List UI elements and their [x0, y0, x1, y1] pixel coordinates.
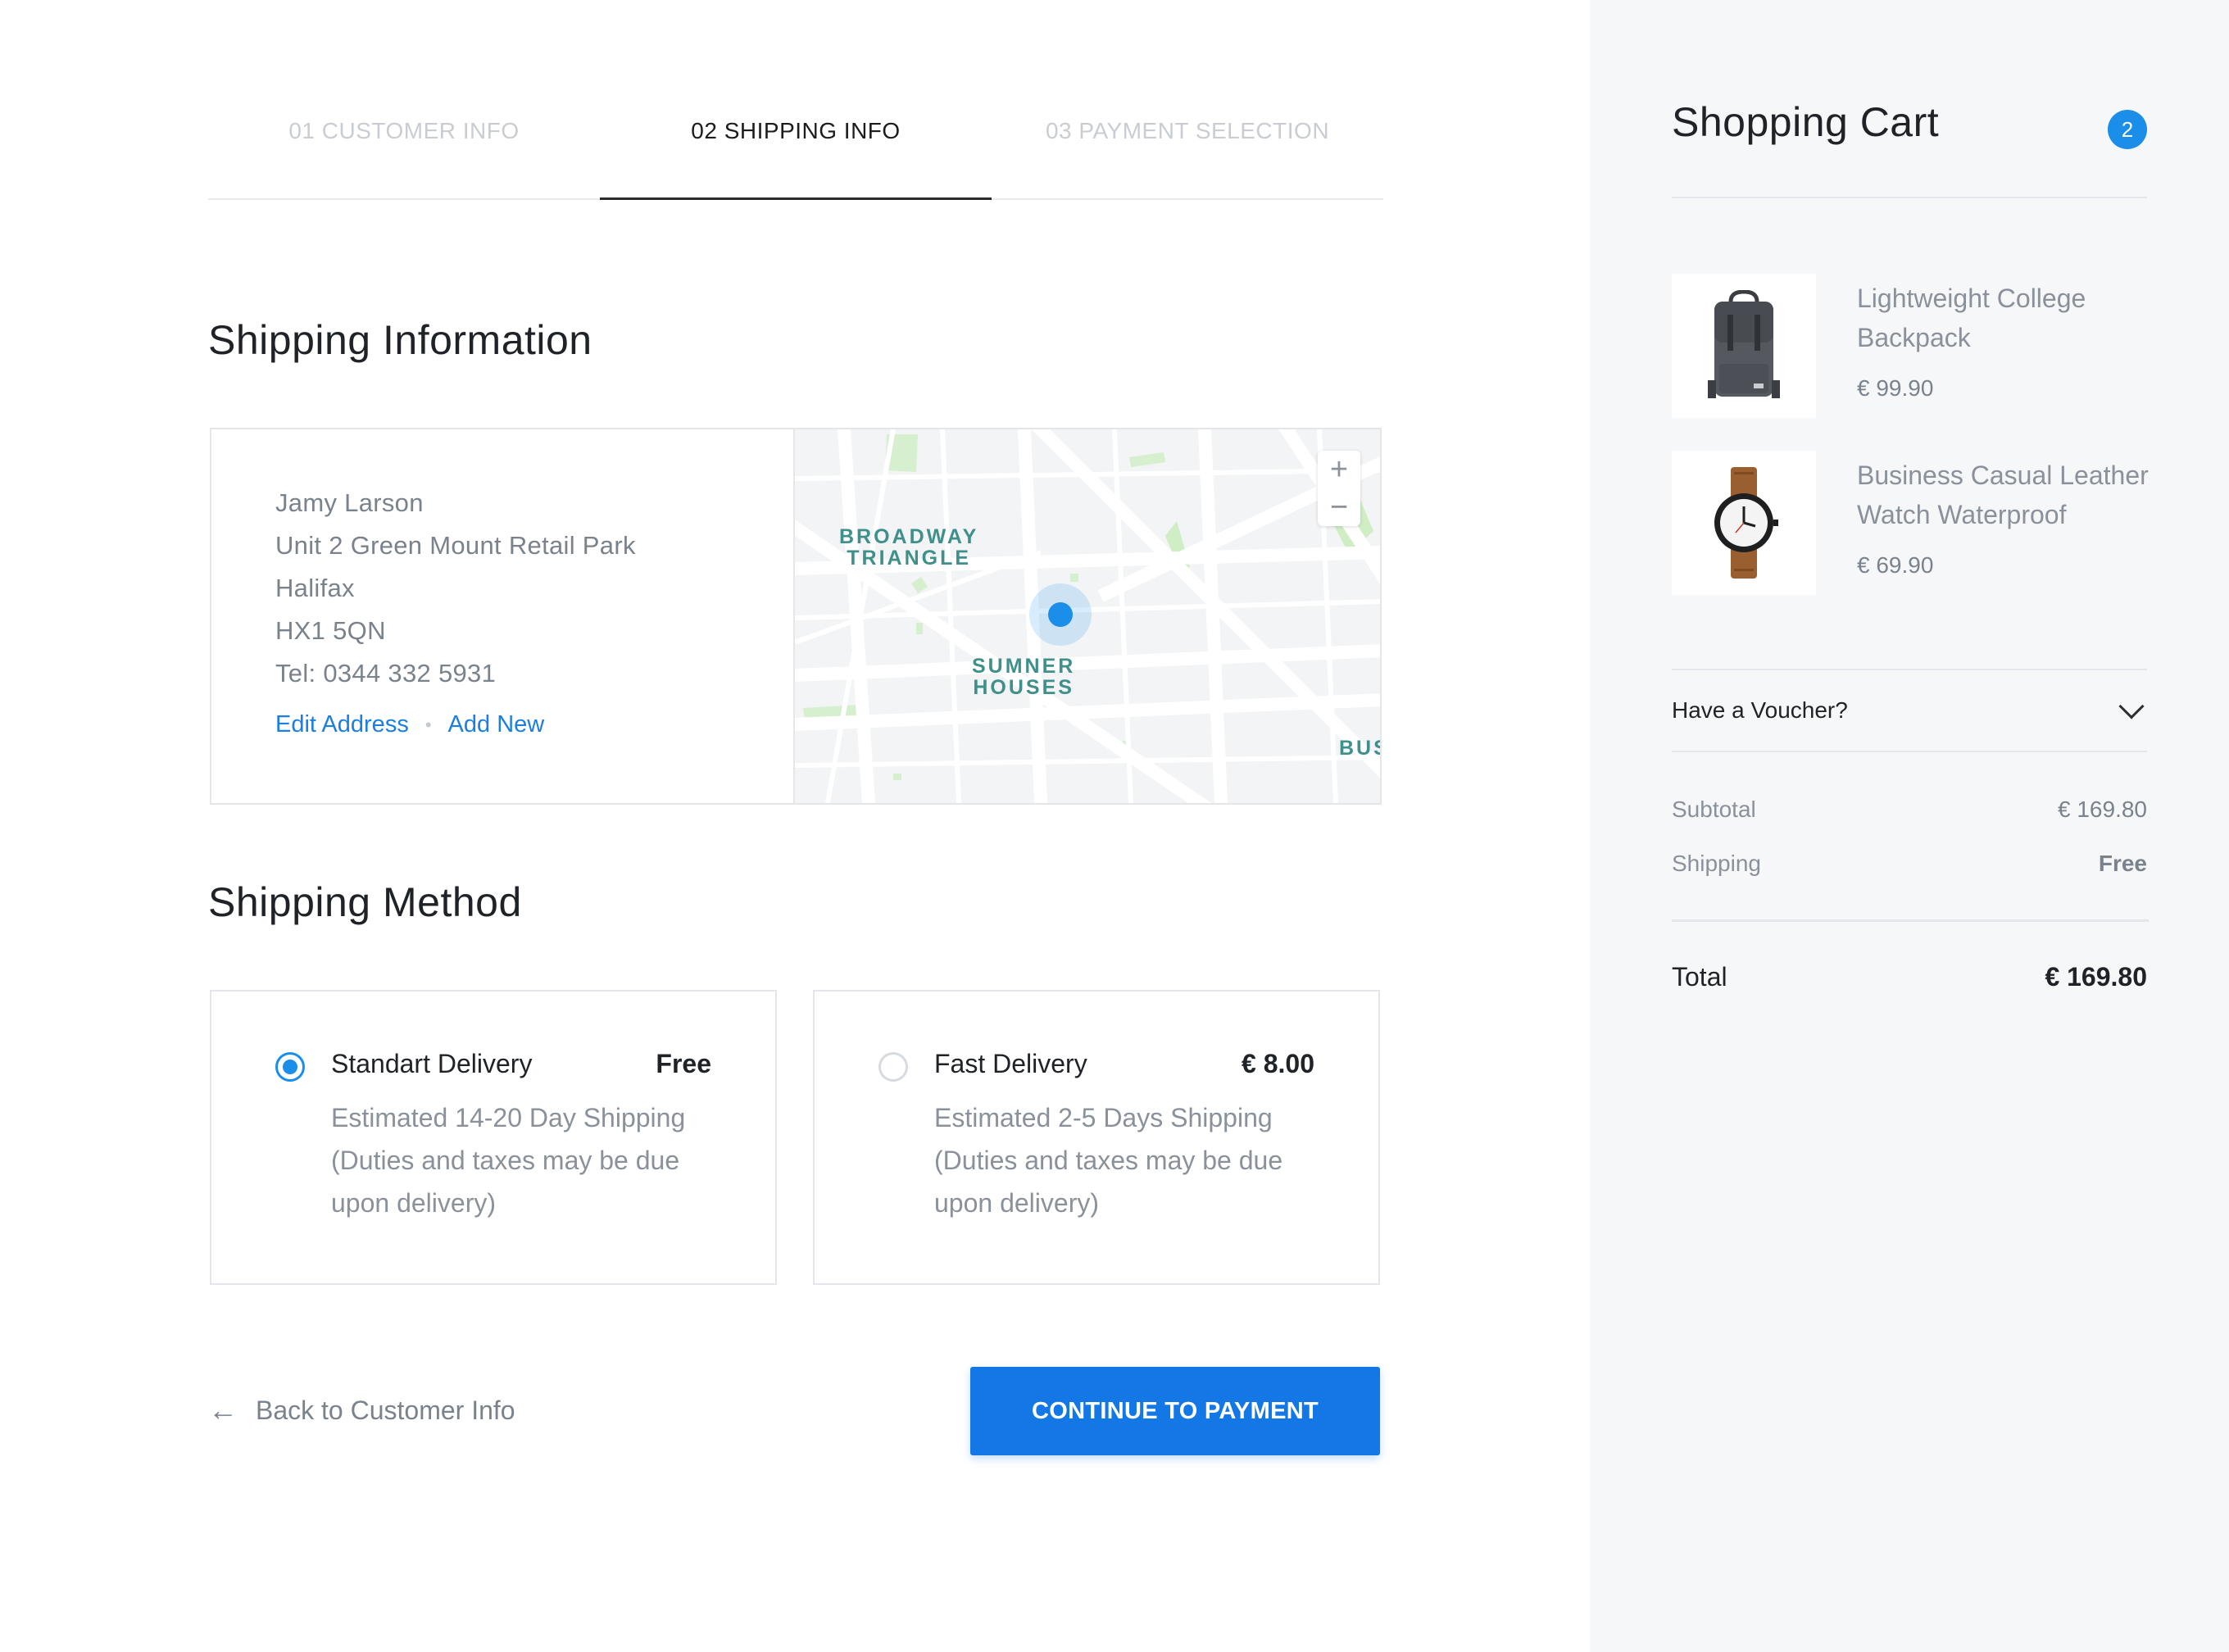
address-details: Jamy Larson Unit 2 Green Mount Retail Pa… — [211, 429, 795, 803]
watch-image — [1672, 451, 1816, 595]
cart-item-name: Lightweight College Backpack — [1857, 284, 2086, 352]
standard-delivery-radio[interactable] — [275, 1052, 305, 1082]
address-actions: Edit Address • Add New — [275, 711, 793, 738]
back-to-customer-info-label: Back to Customer Info — [256, 1395, 515, 1425]
address-map[interactable]: BROADWAY TRIANGLE SUMNER HOUSES BUS + − — [795, 429, 1380, 803]
subtotal-value: € 169.80 — [2058, 796, 2147, 822]
total-row: Total € 169.80 — [1672, 962, 2147, 992]
shipping-option-standard[interactable]: Standart Delivery Free Estimated 14-20 D… — [210, 990, 777, 1285]
subtotal-label: Subtotal — [1672, 796, 1756, 822]
shipping-method-title: Shipping Method — [208, 879, 522, 925]
voucher-toggle[interactable]: Have a Voucher? — [1672, 669, 2147, 752]
backpack-image — [1672, 274, 1816, 418]
total-value: € 169.80 — [2045, 962, 2147, 992]
fast-delivery-name: Fast Delivery — [934, 1049, 1087, 1078]
map-zoom-controls: + − — [1318, 451, 1360, 526]
map-label-sumner-line1: SUMNER — [972, 655, 1076, 678]
fast-delivery-price: € 8.00 — [1242, 1049, 1314, 1078]
step-payment-selection[interactable]: 03 PAYMENT SELECTION — [992, 98, 1383, 198]
checkout-steps: 01 CUSTOMER INFO 02 SHIPPING INFO 03 PAY… — [208, 98, 1383, 200]
checkout-main: 01 CUSTOMER INFO 02 SHIPPING INFO 03 PAY… — [0, 0, 1590, 1652]
backpack-icon — [1708, 290, 1780, 398]
subtotal-row: Subtotal € 169.80 — [1672, 796, 2147, 823]
continue-to-payment-button[interactable]: CONTINUE TO PAYMENT — [970, 1367, 1380, 1455]
map-label-sumner: SUMNER HOUSES — [972, 656, 1075, 698]
address-phone: Tel: 0344 332 5931 — [275, 659, 497, 688]
cart-item-price: € 99.90 — [1857, 375, 1934, 401]
add-new-address-link[interactable]: Add New — [448, 711, 545, 738]
map-label-broadway: BROADWAY TRIANGLE — [839, 526, 978, 569]
cart-header: Shopping Cart 2 — [1672, 98, 2147, 198]
voucher-label: Have a Voucher? — [1672, 697, 1848, 723]
address-line1: Unit 2 Green Mount Retail Park — [275, 531, 636, 560]
address-actions-separator: • — [424, 714, 432, 735]
summary-divider — [1672, 919, 2149, 922]
cart-item[interactable]: Lightweight College Backpack € 99.90 — [1672, 274, 2147, 418]
standard-delivery-name: Standart Delivery — [331, 1049, 533, 1078]
map-label-broadway-line2: TRIANGLE — [847, 547, 972, 570]
shipping-value: Free — [2098, 851, 2147, 876]
zoom-out-button[interactable]: − — [1318, 488, 1360, 526]
address-card: Jamy Larson Unit 2 Green Mount Retail Pa… — [210, 428, 1382, 805]
step-customer-info[interactable]: 01 CUSTOMER INFO — [208, 98, 600, 198]
step-shipping-info[interactable]: 02 SHIPPING INFO — [600, 98, 992, 200]
map-label-sumner-line2: HOUSES — [973, 676, 1074, 699]
shopping-cart-sidebar: Shopping Cart 2 Lightweight College Back… — [1590, 0, 2229, 1652]
map-label-broadway-line1: BROADWAY — [839, 525, 979, 548]
address-name: Jamy Larson — [275, 488, 424, 517]
chevron-down-icon — [2118, 693, 2145, 719]
cart-item-name: Business Casual Leather Watch Waterproof — [1857, 461, 2149, 529]
zoom-in-button[interactable]: + — [1318, 451, 1360, 488]
address-city: Halifax — [275, 574, 355, 602]
cart-item-price: € 69.90 — [1857, 552, 1934, 578]
shipping-label: Shipping — [1672, 851, 1761, 876]
cart-item[interactable]: Business Casual Leather Watch Waterproof… — [1672, 451, 2149, 595]
shipping-option-fast[interactable]: Fast Delivery € 8.00 Estimated 2-5 Days … — [813, 990, 1380, 1285]
address-postcode: HX1 5QN — [275, 616, 386, 645]
map-location-pin-icon[interactable] — [1048, 602, 1073, 627]
shipping-row: Shipping Free — [1672, 851, 2147, 877]
standard-delivery-price: Free — [656, 1049, 711, 1078]
back-arrow-icon: ← — [208, 1393, 238, 1427]
cart-title: Shopping Cart — [1672, 99, 1940, 145]
watch-icon — [1714, 467, 1778, 579]
fast-delivery-description: Estimated 2-5 Days Shipping (Duties and … — [934, 1103, 1283, 1218]
shipping-information-title: Shipping Information — [208, 317, 592, 363]
back-to-customer-info-link[interactable]: ← Back to Customer Info — [208, 1393, 515, 1427]
edit-address-link[interactable]: Edit Address — [275, 711, 409, 738]
total-label: Total — [1672, 962, 1727, 992]
cart-count-badge: 2 — [2108, 110, 2147, 149]
fast-delivery-radio[interactable] — [878, 1052, 908, 1082]
map-label-bus: BUS — [1339, 737, 1380, 760]
standard-delivery-description: Estimated 14-20 Day Shipping (Duties and… — [331, 1103, 686, 1218]
